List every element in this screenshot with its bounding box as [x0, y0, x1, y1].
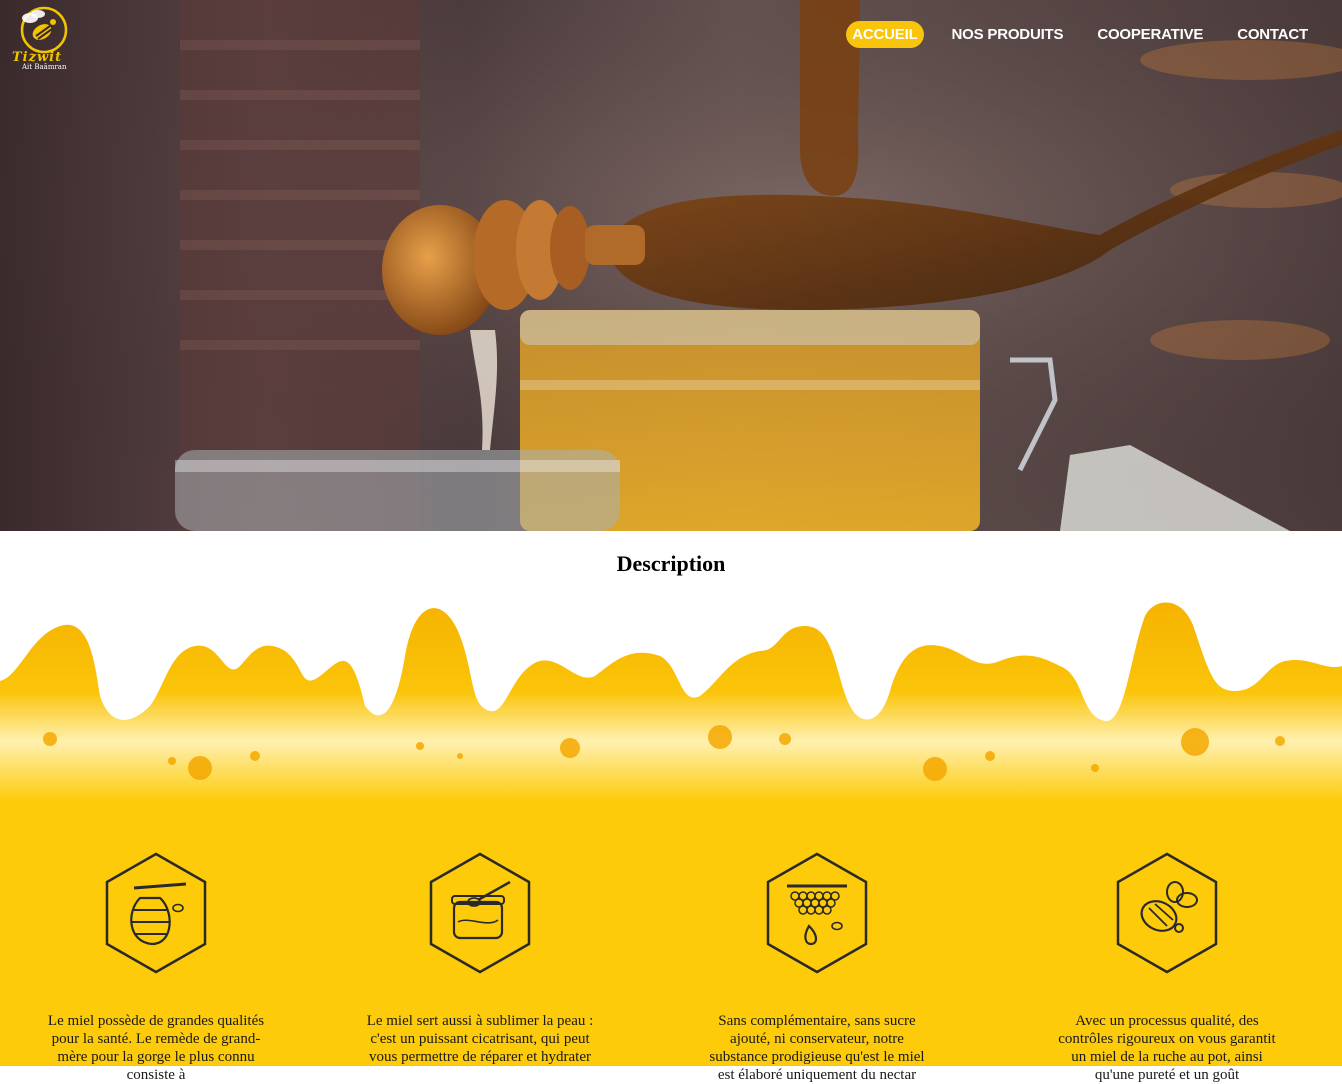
honeycomb-drop-icon — [766, 852, 868, 974]
nav-accueil[interactable]: ACCUEIL — [846, 21, 924, 48]
honey-drip-decoration — [0, 602, 1342, 801]
section-title: Description — [616, 551, 726, 576]
nav-nos-produits[interactable]: NOS PRODUITS — [946, 21, 1070, 48]
bee-icon — [1116, 852, 1218, 974]
honey-dipper-photo — [0, 0, 1342, 531]
bee-logo-icon — [20, 6, 68, 54]
feature-card: Avec un processus qualité, des contrôles… — [1052, 852, 1282, 1084]
main-nav: ACCUEIL NOS PRODUITS COOPERATIVE CONTACT — [824, 21, 1314, 48]
feature-card: Le miel sert aussi à sublimer la peau : … — [365, 852, 595, 1066]
nav-contact[interactable]: CONTACT — [1231, 21, 1314, 48]
feature-text: Le miel sert aussi à sublimer la peau : … — [366, 1013, 594, 1065]
feature-text: Sans complémentaire, sans sucre ajouté, … — [709, 1013, 925, 1083]
brand-subtitle: Ait Baâmran — [22, 63, 67, 71]
beehive-icon — [105, 852, 207, 974]
hero-banner: Tizwit Ait Baâmran ACCUEIL NOS PRODUITS … — [0, 0, 1342, 531]
feature-card: Le miel possède de grandes qualités pour… — [41, 852, 271, 1084]
feature-text: Le miel possède de grandes qualités pour… — [47, 1013, 265, 1083]
feature-text: Avec un processus qualité, des contrôles… — [1058, 1013, 1276, 1083]
nav-cooperative[interactable]: COOPERATIVE — [1091, 21, 1209, 48]
honey-jar-icon — [429, 852, 531, 974]
feature-card: Sans complémentaire, sans sucre ajouté, … — [702, 852, 932, 1084]
